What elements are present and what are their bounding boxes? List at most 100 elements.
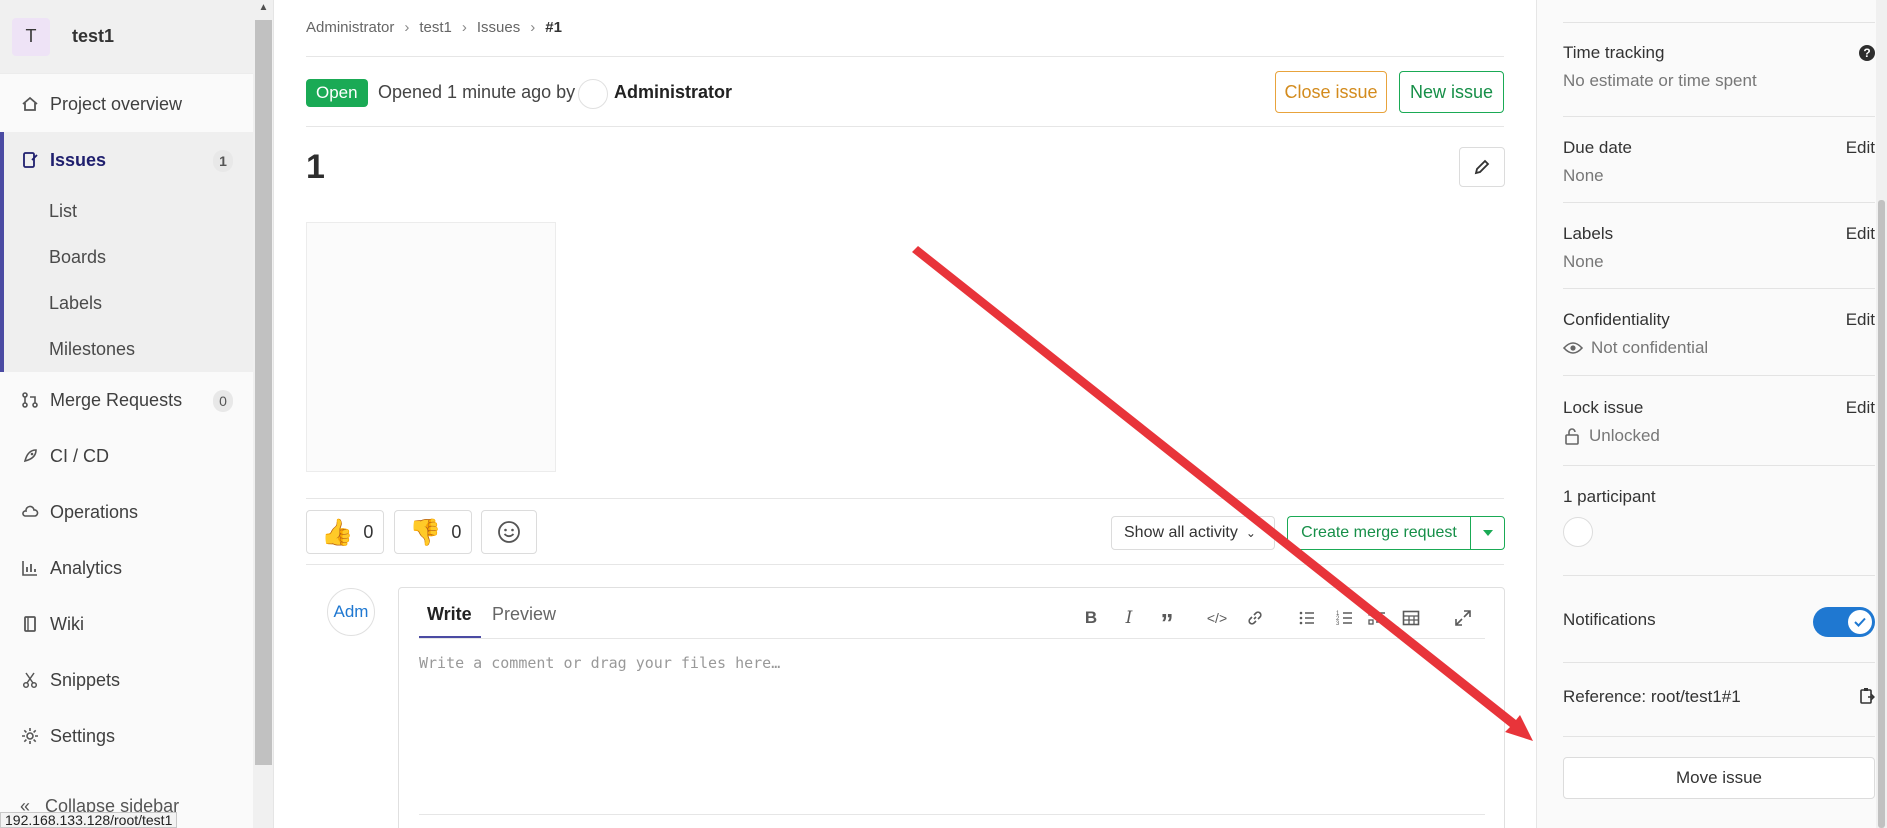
edit-title-button[interactable]	[1459, 147, 1505, 187]
issue-main: Administrator › test1 › Issues › #1 Open Op…	[306, 0, 1505, 828]
author-avatar[interactable]	[578, 79, 608, 109]
project-header[interactable]: T test1	[0, 0, 253, 74]
tab-write[interactable]: Write	[427, 604, 472, 625]
lock-issue-label: Lock issue	[1563, 398, 1644, 417]
thumbs-up-button[interactable]: 👍 0	[306, 510, 384, 554]
italic-icon[interactable]: I	[1117, 606, 1141, 630]
breadcrumb-item[interactable]: test1	[419, 19, 452, 36]
due-date-label: Due date	[1563, 138, 1632, 157]
lock-issue-edit-link[interactable]: Edit	[1846, 398, 1875, 418]
nav-operations[interactable]: Operations	[0, 484, 253, 540]
status-badge: Open	[306, 79, 368, 107]
nav-merge-requests[interactable]: Merge Requests 0	[0, 372, 253, 428]
nav-issues-labels[interactable]: Labels	[4, 280, 253, 326]
due-date-edit-link[interactable]: Edit	[1846, 138, 1875, 158]
scrollbar-thumb[interactable]	[255, 20, 272, 765]
task-list-icon[interactable]	[1365, 606, 1389, 630]
nav-label: Operations	[50, 501, 139, 522]
pencil-icon	[1474, 159, 1490, 175]
help-icon[interactable]: ?	[1859, 45, 1875, 61]
chevron-down-icon: ⌄	[1245, 526, 1256, 540]
divider	[306, 126, 1504, 127]
right-sidebar-scrollbar[interactable]	[1876, 0, 1887, 828]
cloud-gear-icon	[20, 502, 40, 522]
labels-label: Labels	[1563, 224, 1614, 243]
add-reaction-button[interactable]	[481, 510, 537, 554]
divider	[306, 56, 1504, 57]
divider	[1563, 288, 1875, 289]
breadcrumb-item[interactable]: Administrator	[306, 19, 394, 36]
sidebar-scrollbar[interactable]: ▲	[253, 0, 273, 828]
divider	[1563, 575, 1875, 576]
participant-avatar[interactable]	[1563, 517, 1593, 547]
nav-label: Analytics	[50, 557, 123, 578]
link-icon[interactable]	[1243, 606, 1267, 630]
time-tracking-block: Time tracking ? No estimate or time spen…	[1563, 43, 1875, 91]
labels-block: Labels Edit None	[1563, 224, 1875, 272]
unlock-icon	[1565, 428, 1579, 445]
copy-clipboard-icon[interactable]	[1859, 687, 1875, 710]
nav-issues-milestones[interactable]: Milestones	[4, 326, 253, 372]
confidentiality-edit-link[interactable]: Edit	[1846, 310, 1875, 330]
chevron-right-icon: ›	[404, 19, 410, 36]
lock-row: Unlocked	[1563, 426, 1875, 446]
table-icon[interactable]	[1399, 606, 1423, 630]
create-merge-request-button[interactable]: Create merge request	[1287, 516, 1470, 550]
nav-settings[interactable]: Settings	[0, 708, 253, 764]
nav-issues-list[interactable]: List	[4, 188, 253, 234]
nav-project-overview[interactable]: Project overview	[0, 76, 253, 132]
comment-textarea[interactable]: Write a comment or drag your files here…	[419, 654, 780, 672]
nav-snippets[interactable]: Snippets	[0, 652, 253, 708]
issues-submenu: List Boards Labels Milestones	[0, 188, 253, 372]
reference-block: Reference: root/test1#1	[1563, 687, 1875, 707]
activity-filter-label: Show all activity	[1124, 524, 1238, 541]
scroll-up-arrow-icon[interactable]: ▲	[258, 3, 269, 13]
divider	[1563, 662, 1875, 663]
activity-filter-dropdown[interactable]: Show all activity ⌄	[1111, 516, 1275, 550]
divider	[1563, 202, 1875, 203]
chevron-right-icon: ›	[530, 19, 536, 36]
nav-analytics[interactable]: Analytics	[0, 540, 253, 596]
labels-edit-link[interactable]: Edit	[1846, 224, 1875, 244]
tab-preview[interactable]: Preview	[492, 604, 556, 625]
nav-label: Settings	[50, 725, 116, 746]
confidentiality-label: Confidentiality	[1563, 310, 1670, 329]
close-issue-button[interactable]: Close issue	[1275, 71, 1387, 113]
nav-issues[interactable]: Issues 1	[0, 132, 253, 188]
scrollbar-thumb[interactable]	[1878, 200, 1885, 828]
bullet-list-icon[interactable]	[1295, 606, 1319, 630]
thumbs-up-icon: 👍	[321, 516, 354, 547]
divider	[306, 498, 1504, 499]
nav-issues-boards[interactable]: Boards	[4, 234, 253, 280]
status-bar-url: 192.168.133.128/root/test1	[0, 812, 178, 828]
confidentiality-row: Not confidential	[1563, 338, 1875, 358]
book-icon	[20, 614, 40, 634]
fullscreen-icon[interactable]	[1451, 606, 1475, 630]
thumbs-down-button[interactable]: 👎 0	[394, 510, 472, 554]
quote-icon[interactable]: ”	[1155, 606, 1179, 638]
divider	[1563, 736, 1875, 737]
divider	[306, 564, 1504, 565]
editor-divider	[419, 814, 1485, 815]
opened-text: Opened 1 minute ago by	[378, 82, 576, 102]
project-name: test1	[72, 26, 115, 46]
breadcrumb-item[interactable]: Issues	[477, 19, 520, 36]
code-icon[interactable]: </>	[1205, 606, 1229, 630]
notifications-block: Notifications	[1563, 607, 1875, 637]
notifications-toggle[interactable]	[1813, 607, 1875, 637]
numbered-list-icon[interactable]: 123	[1333, 606, 1357, 630]
new-issue-button[interactable]: New issue	[1399, 71, 1504, 113]
issue-right-sidebar: Time tracking ? No estimate or time spen…	[1536, 0, 1887, 828]
caret-down-icon	[1482, 530, 1493, 536]
description-image	[306, 222, 556, 472]
nav-ci-cd[interactable]: CI / CD	[0, 428, 253, 484]
due-date-value: None	[1563, 166, 1604, 185]
create-mr-dropdown-toggle[interactable]	[1470, 516, 1505, 550]
nav-wiki[interactable]: Wiki	[0, 596, 253, 652]
author-name[interactable]: Administrator	[614, 82, 732, 103]
breadcrumb-current[interactable]: #1	[545, 19, 562, 36]
eye-icon	[1563, 342, 1583, 354]
move-issue-button[interactable]: Move issue	[1563, 757, 1875, 799]
bold-icon[interactable]: B	[1079, 606, 1103, 630]
issue-title: 1	[306, 148, 325, 186]
